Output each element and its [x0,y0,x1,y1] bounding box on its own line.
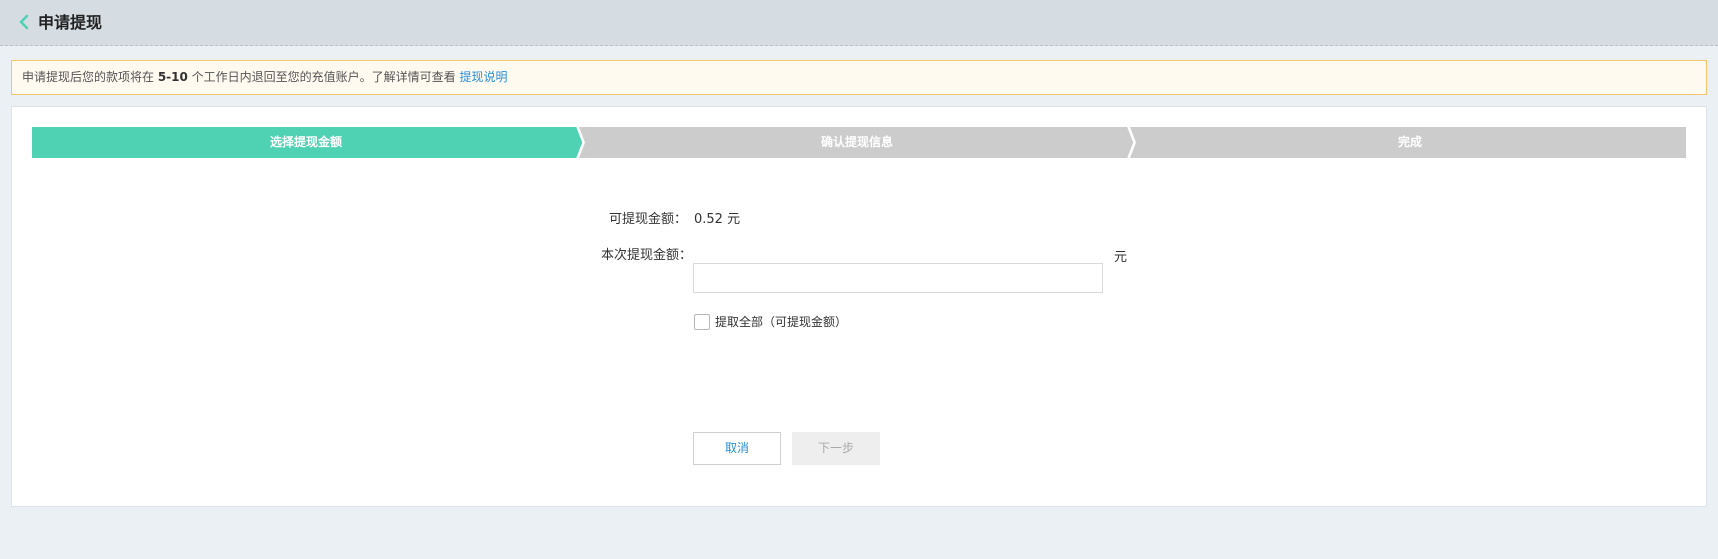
step-2-label: 确认提现信息 [820,135,893,149]
available-amount-label: 可提现金额： [608,212,687,227]
notice-text-before: 申请提现后您的款项将在 [22,70,158,84]
withdraw-all-label[interactable]: 提取全部（可提现金额） [715,313,847,330]
notice-days: 5-10 [157,70,188,84]
top-bar: 申请提现 [0,0,1718,46]
notice-text-after: 个工作日内退回至您的充值账户。了解详情可查看 [187,70,460,84]
next-step-button[interactable]: 下一步 [792,432,880,465]
cancel-button[interactable]: 取消 [693,432,781,465]
withdraw-amount-label: 本次提现金额： [600,248,692,263]
withdraw-amount-unit: 元 [1114,250,1128,265]
notice-banner: 申请提现后您的款项将在 5-10 个工作日内退回至您的充值账户。了解详情可查看 … [11,60,1707,95]
page-title: 申请提现 [38,13,103,32]
available-amount-value: 0.52 元 [694,212,741,227]
chevron-left-icon[interactable] [16,13,32,31]
step-progress: 选择提现金额 确认提现信息 完成 [32,127,1686,158]
withdraw-all-checkbox[interactable] [694,314,710,330]
withdraw-info-link[interactable]: 提现说明 [460,70,508,84]
step-1-label: 选择提现金额 [269,135,342,149]
step-3-label: 完成 [1397,135,1422,149]
withdraw-amount-input[interactable] [693,263,1103,293]
withdraw-panel: 选择提现金额 确认提现信息 完成 可提现金额： 0.52 元 本次提现金额： 元… [11,106,1707,507]
